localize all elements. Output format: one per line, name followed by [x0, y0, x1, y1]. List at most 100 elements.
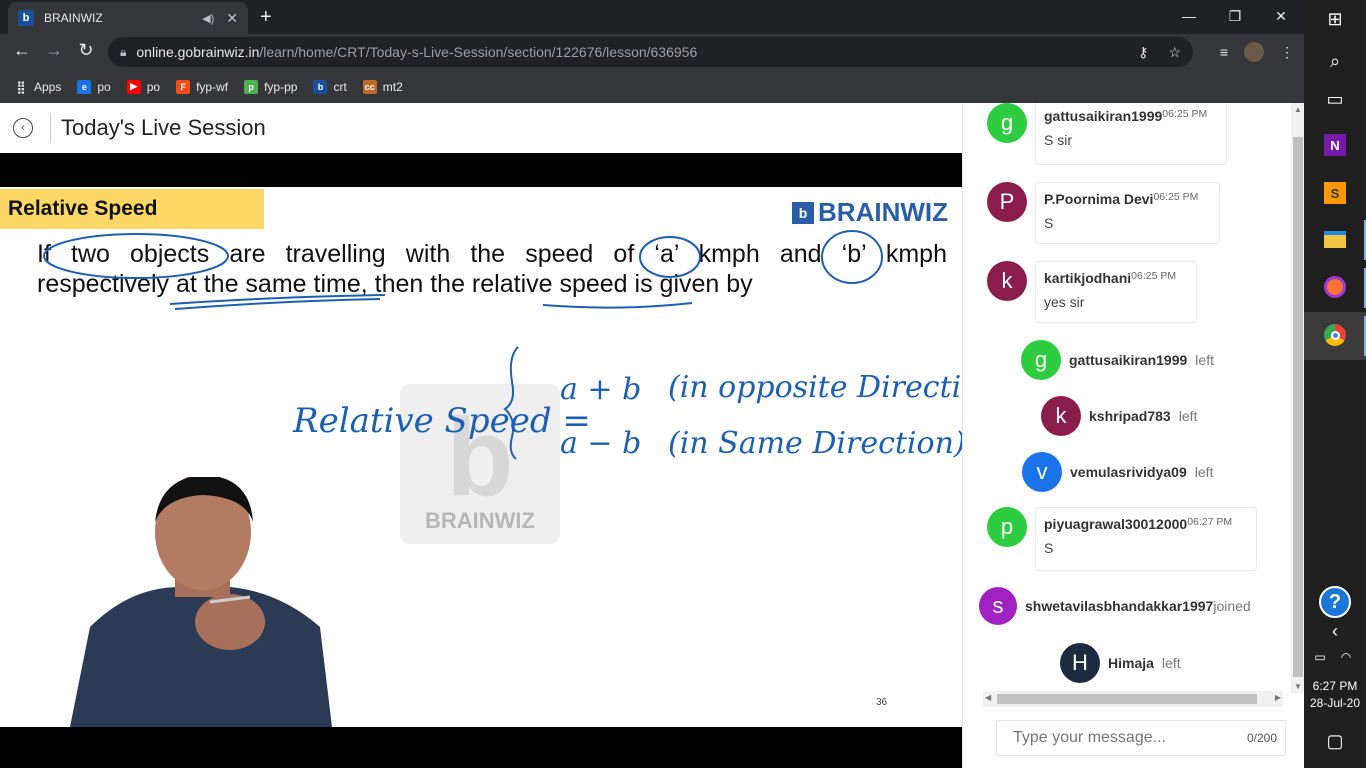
- new-tab-button[interactable]: +: [260, 6, 272, 29]
- back-arrow-icon[interactable]: ←: [10, 40, 34, 61]
- message-text: S sir: [1044, 132, 1072, 148]
- forward-arrow-icon[interactable]: →: [42, 40, 66, 61]
- event-status: left: [1178, 408, 1198, 424]
- bookmark-label: fyp-wf: [196, 79, 229, 94]
- battery-icon[interactable]: ▭: [1308, 640, 1332, 674]
- chat-event: s shwetavilasbhandakkar1997 joined: [979, 587, 1251, 625]
- sublime-icon[interactable]: S: [1318, 176, 1352, 210]
- windows-taskbar: ⊞ ⌕ ▭ N S ? ‹ ▭ ◠ 6:27 PM 28-Jul-20 ▢: [1304, 0, 1366, 768]
- hw-relative-speed: Relative Speed =: [292, 401, 591, 441]
- avatar: v: [1022, 452, 1062, 492]
- bookmark-label: Apps: [34, 79, 62, 94]
- window-close-icon[interactable]: ✕: [1258, 0, 1304, 32]
- file-explorer-icon[interactable]: [1318, 222, 1352, 256]
- avatar: P: [987, 182, 1027, 222]
- task-view-icon[interactable]: ▭: [1318, 82, 1352, 116]
- scroll-left-icon[interactable]: ◀: [985, 693, 991, 702]
- hw-a-minus-b: a − b: [560, 426, 641, 461]
- tab-audio-icon[interactable]: ◀): [202, 12, 214, 25]
- key-icon[interactable]: ⚷: [1138, 44, 1148, 61]
- chat-messages[interactable]: g gattusaikiran199906:25 PM S sir P P.Po…: [963, 103, 1288, 693]
- clock-time: 6:27 PM: [1312, 679, 1358, 693]
- scrollbar-thumb[interactable]: [1293, 137, 1303, 677]
- event-status: left: [1195, 352, 1214, 368]
- underline-same-time: [169, 294, 386, 310]
- message-time: 06:25 PM: [1162, 108, 1208, 120]
- bookmark-po-youtube[interactable]: ▶ po: [126, 79, 161, 94]
- chat-vertical-scrollbar[interactable]: ▲ ▼: [1291, 103, 1305, 693]
- page-content: ‹ Today's Live Session Relative Speed b …: [0, 103, 1305, 768]
- reload-icon[interactable]: ↻: [74, 40, 98, 61]
- window-controls: — ❐ ✕: [1166, 0, 1304, 32]
- message-text: yes sir: [1044, 294, 1085, 310]
- wifi-icon[interactable]: ◠: [1334, 640, 1358, 674]
- circle-b: [821, 230, 883, 284]
- chat-event: H Himaja left: [1060, 643, 1181, 683]
- chat-input-box[interactable]: 0/200: [996, 720, 1286, 756]
- slide-page-number: 36: [876, 697, 888, 708]
- menu-kebab-icon[interactable]: ⋮: [1280, 44, 1294, 61]
- browser-toolbar: ← → ↻ 🔒︎ online.gobrainwiz.in /learn/hom…: [0, 34, 1304, 70]
- tab-close-icon[interactable]: ✕: [226, 10, 238, 27]
- system-clock[interactable]: 6:27 PM 28-Jul-20: [1304, 678, 1366, 712]
- address-bar[interactable]: 🔒︎ online.gobrainwiz.in /learn/home/CRT/…: [108, 37, 1193, 67]
- bookmark-label: po: [146, 79, 161, 94]
- clock-date: 28-Jul-20: [1309, 696, 1361, 710]
- chat-event: g gattusaikiran1999 left: [1021, 340, 1214, 380]
- bookmark-mt2[interactable]: cc mt2: [362, 79, 403, 94]
- event-user: Himaja: [1108, 655, 1154, 671]
- char-counter: 0/200: [1246, 731, 1277, 745]
- message-bubble: kartikjodhani06:25 PM yes sir: [1035, 261, 1197, 323]
- bookmark-po-edge[interactable]: e po: [77, 79, 111, 94]
- avatar: g: [1021, 340, 1061, 380]
- chat-event: k kshripad783 left: [1041, 396, 1197, 436]
- bookmark-label: crt: [333, 79, 347, 94]
- scrollbar-thumb[interactable]: [997, 694, 1257, 704]
- notification-icon[interactable]: ▢: [1318, 724, 1352, 758]
- scroll-up-icon[interactable]: ▲: [1294, 105, 1302, 114]
- url-path: /learn/home/CRT/Today-s-Live-Session/sec…: [259, 44, 698, 60]
- session-header: ‹ Today's Live Session: [0, 103, 962, 153]
- tab-bar: b BRAINWIZ ◀) ✕ + — ❐ ✕: [0, 0, 1304, 34]
- minimize-icon[interactable]: —: [1166, 0, 1212, 32]
- search-icon[interactable]: ⌕: [1318, 44, 1352, 78]
- maximize-icon[interactable]: ❐: [1212, 0, 1258, 32]
- windows-start-icon[interactable]: ⊞: [1318, 2, 1352, 36]
- sender-name: piyuagrawal30012000: [1044, 516, 1188, 532]
- message-input[interactable]: [1013, 729, 1247, 747]
- avatar: s: [979, 587, 1017, 625]
- bookmark-star-icon[interactable]: ☆: [1168, 44, 1181, 61]
- message-bubble: piyuagrawal3001200006:27 PM S: [1035, 507, 1257, 571]
- bookmark-apps[interactable]: ⣿ Apps: [14, 79, 62, 94]
- chat-horizontal-scrollbar[interactable]: ◀ ▶: [983, 691, 1283, 707]
- onenote-icon[interactable]: N: [1318, 128, 1352, 162]
- scroll-right-icon[interactable]: ▶: [1275, 693, 1281, 702]
- browser-tab[interactable]: b BRAINWIZ ◀) ✕: [8, 2, 248, 34]
- back-circle-icon[interactable]: ‹: [13, 118, 33, 138]
- event-user: vemulasrividya09: [1070, 464, 1187, 480]
- edge-icon: e: [77, 79, 92, 94]
- video-player[interactable]: Relative Speed b BRAINWIZ If two objects…: [0, 153, 962, 768]
- cc-icon: cc: [362, 79, 377, 94]
- hw-opposite-direction: (in opposite Direction): [668, 370, 962, 405]
- bookmark-fyp-wf[interactable]: F fyp-wf: [176, 79, 229, 94]
- bookmark-fyp-pp[interactable]: p fyp-pp: [244, 79, 297, 94]
- avatar: k: [1041, 396, 1081, 436]
- avatar: k: [987, 261, 1027, 301]
- brainwiz-icon: b: [313, 79, 328, 94]
- profile-avatar[interactable]: [1244, 42, 1264, 62]
- firefox-icon[interactable]: [1318, 270, 1352, 304]
- bookmark-crt[interactable]: b crt: [313, 79, 347, 94]
- media-control-icon[interactable]: ≡: [1220, 44, 1228, 60]
- sender-name: kartikjodhani: [1044, 270, 1132, 286]
- presenter-video: [70, 477, 332, 727]
- event-user: kshripad783: [1089, 408, 1171, 424]
- message-time: 06:27 PM: [1187, 516, 1233, 528]
- lecture-slide: Relative Speed b BRAINWIZ If two objects…: [0, 187, 962, 727]
- message-bubble: gattusaikiran199906:25 PM S sir: [1035, 103, 1227, 165]
- pp-icon: p: [244, 79, 259, 94]
- sender-name: gattusaikiran1999: [1044, 108, 1163, 124]
- youtube-icon: ▶: [126, 79, 141, 94]
- scroll-down-icon[interactable]: ▼: [1294, 682, 1302, 691]
- chrome-icon[interactable]: [1318, 318, 1352, 352]
